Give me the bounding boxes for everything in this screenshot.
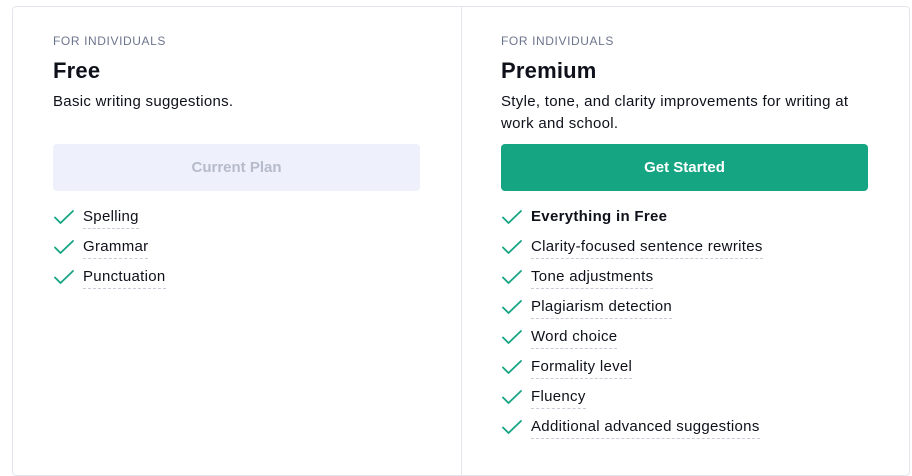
pricing-plans: FOR INDIVIDUALS Free Basic writing sugge…	[12, 6, 910, 476]
check-icon	[54, 270, 74, 284]
check-icon	[54, 210, 74, 224]
plan-title: Premium	[501, 58, 597, 83]
plan-description: Style, tone, and clarity improvements fo…	[501, 93, 849, 132]
check-icon	[502, 270, 522, 284]
feature-item: Spelling	[53, 207, 166, 237]
feature-item: Fluency	[501, 387, 763, 417]
feature-item: Additional advanced suggestions	[501, 417, 763, 447]
feature-item: Formality level	[501, 357, 763, 387]
feature-label[interactable]: Grammar	[83, 237, 149, 259]
check-icon	[502, 300, 522, 314]
current-plan-button[interactable]: Current Plan	[53, 144, 420, 191]
plan-eyebrow: FOR INDIVIDUALS	[53, 34, 167, 48]
plan-title: Free	[53, 58, 101, 83]
feature-label[interactable]: Additional advanced suggestions	[531, 417, 760, 439]
feature-item: Word choice	[501, 327, 763, 357]
check-icon	[502, 240, 522, 254]
check-icon	[502, 330, 522, 344]
plan-card-free: FOR INDIVIDUALS Free Basic writing sugge…	[13, 7, 461, 475]
check-icon	[502, 420, 522, 434]
check-icon	[502, 360, 522, 374]
feature-item: Tone adjustments	[501, 267, 763, 297]
plan-card-premium: FOR INDIVIDUALS Premium Style, tone, and…	[461, 7, 909, 475]
feature-label[interactable]: Spelling	[83, 207, 139, 229]
get-started-button[interactable]: Get Started	[501, 144, 868, 191]
feature-item: Everything in Free	[501, 207, 763, 237]
plan-description: Basic writing suggestions.	[53, 93, 234, 110]
feature-list: Spelling Grammar Punctuation	[53, 207, 166, 297]
feature-label[interactable]: Clarity-focused sentence rewrites	[531, 237, 763, 259]
plan-eyebrow: FOR INDIVIDUALS	[501, 34, 615, 48]
check-icon	[502, 390, 522, 404]
feature-label[interactable]: Plagiarism detection	[531, 297, 673, 319]
feature-item: Grammar	[53, 237, 166, 267]
feature-list: Everything in Free Clarity-focused sente…	[501, 207, 763, 447]
feature-label: Everything in Free	[531, 208, 668, 225]
feature-label[interactable]: Formality level	[531, 357, 633, 379]
feature-item: Clarity-focused sentence rewrites	[501, 237, 763, 267]
feature-label[interactable]: Punctuation	[83, 267, 166, 289]
feature-label[interactable]: Tone adjustments	[531, 267, 654, 289]
feature-item: Punctuation	[53, 267, 166, 297]
feature-item: Plagiarism detection	[501, 297, 763, 327]
feature-label[interactable]: Fluency	[531, 387, 586, 409]
check-icon	[502, 210, 522, 224]
feature-label[interactable]: Word choice	[531, 327, 618, 349]
check-icon	[54, 240, 74, 254]
